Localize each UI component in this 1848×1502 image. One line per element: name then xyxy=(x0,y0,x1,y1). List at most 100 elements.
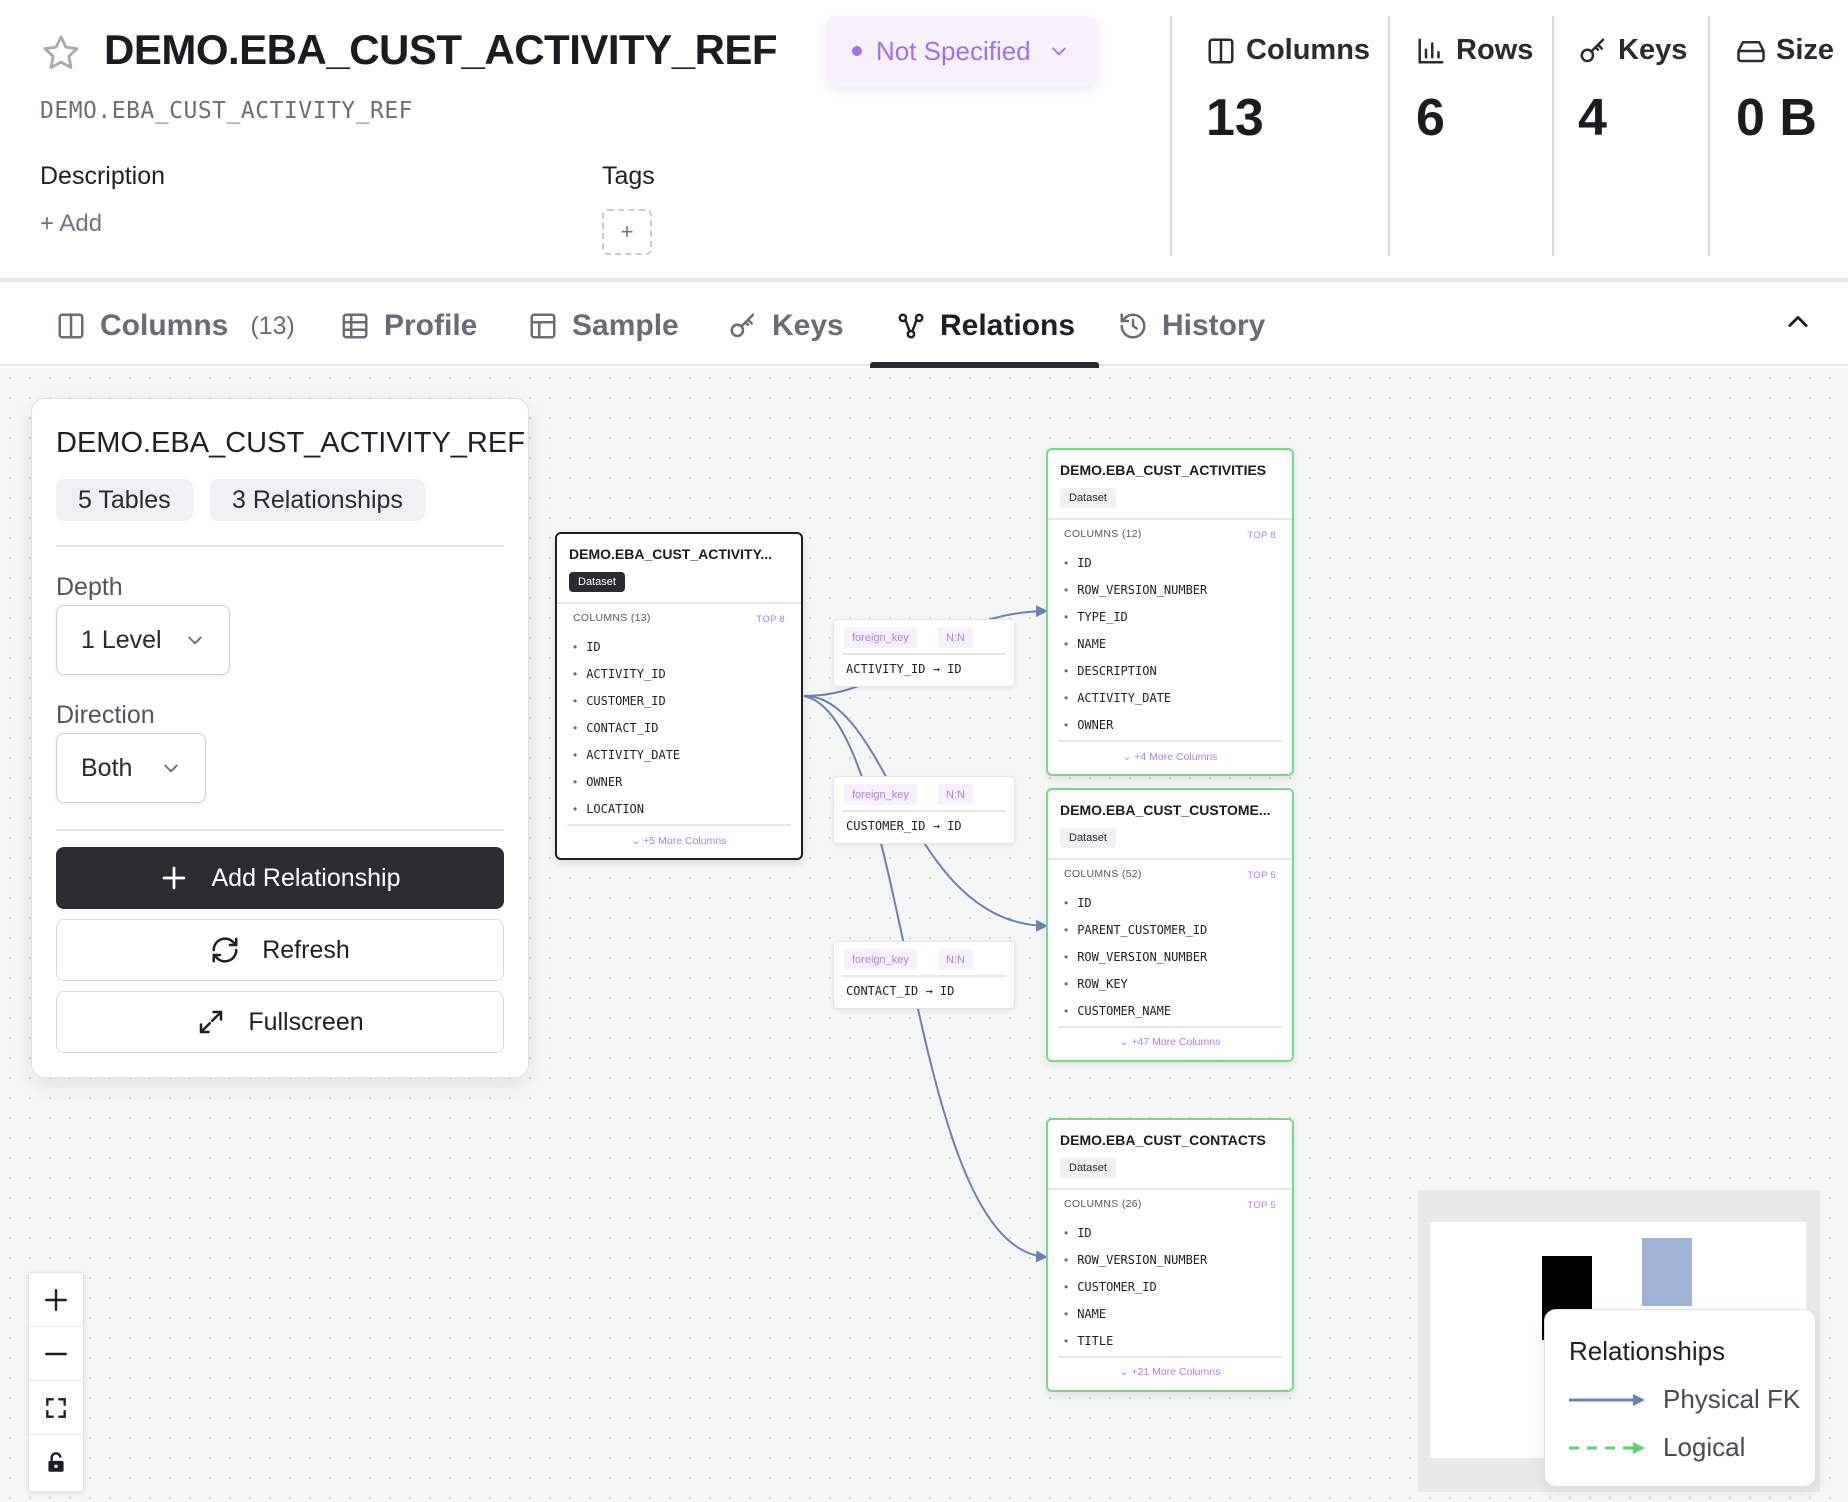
edge-label-contact[interactable]: foreign_key N:N CONTACT_ID → ID xyxy=(833,941,1015,1009)
add-tag-button[interactable]: + xyxy=(602,209,652,255)
solid-arrow-icon xyxy=(1569,1393,1645,1406)
add-relationship-button[interactable]: Add Relationship xyxy=(56,847,504,909)
column-item: ID xyxy=(573,634,680,661)
columns-icon xyxy=(1208,38,1234,63)
node-title: DEMO.EBA_CUST_CUSTOME... xyxy=(1060,802,1271,818)
tab-label: Relations xyxy=(940,309,1076,342)
divider xyxy=(1048,518,1292,520)
more-columns-toggle[interactable]: ⌄ +5 More Columns xyxy=(557,835,801,847)
tab-sample[interactable]: Sample xyxy=(528,286,679,366)
column-item: TITLE xyxy=(1064,1328,1207,1355)
node-title: DEMO.EBA_CUST_CONTACTS xyxy=(1060,1132,1266,1148)
fully-qualified-name: DEMO.EBA_CUST_ACTIVITY_REF xyxy=(40,98,414,124)
legend-label: Logical xyxy=(1663,1432,1746,1462)
top-indicator: TOP 8 xyxy=(756,614,785,625)
plus-icon xyxy=(44,1288,67,1311)
depth-value: 1 Level xyxy=(81,625,162,654)
relationships-legend: Relationships Physical FK Logical xyxy=(1544,1309,1816,1487)
divider xyxy=(842,653,1006,655)
column-item: ACTIVITY_DATE xyxy=(1064,685,1207,712)
column-item: OWNER xyxy=(1064,712,1207,739)
relations-canvas[interactable]: DEMO.EBA_CUST_ACTIVITY_REF 5 Tables 3 Re… xyxy=(0,368,1848,1502)
tab-label: History xyxy=(1162,309,1266,342)
tables-count-chip: 5 Tables xyxy=(56,479,193,521)
add-description-button[interactable]: + Add xyxy=(40,210,102,238)
column-item: OWNER xyxy=(573,769,680,796)
table-icon xyxy=(342,313,368,339)
column-count: COLUMNS (52) xyxy=(1064,868,1142,880)
key-icon xyxy=(1580,38,1605,62)
tab-profile[interactable]: Profile xyxy=(340,286,477,366)
legend-physical-fk: Physical FK xyxy=(1569,1384,1800,1415)
top-indicator: TOP 5 xyxy=(1247,1200,1276,1211)
column-item: ROW_VERSION_NUMBER xyxy=(1064,577,1207,604)
column-item: ID xyxy=(1064,1220,1207,1247)
fullscreen-label: Fullscreen xyxy=(248,1007,364,1036)
stat-label: Size xyxy=(1776,34,1835,66)
zoom-controls xyxy=(28,1272,84,1492)
fullscreen-button[interactable]: Fullscreen xyxy=(56,991,504,1053)
dataset-node-customers[interactable]: DEMO.EBA_CUST_CUSTOME... Dataset COLUMNS… xyxy=(1046,788,1294,1062)
column-item: NAME xyxy=(1064,1301,1207,1328)
stat-value: 4 xyxy=(1578,89,1607,147)
more-columns-toggle[interactable]: ⌄ +4 More Columns xyxy=(1048,751,1292,763)
stat-label: Rows xyxy=(1456,34,1534,66)
divider xyxy=(56,545,504,547)
column-item: ID xyxy=(1064,890,1207,917)
column-item: ID xyxy=(1064,550,1207,577)
dataset-node-contacts[interactable]: DEMO.EBA_CUST_CONTACTS Dataset COLUMNS (… xyxy=(1046,1118,1294,1392)
chevron-up-icon[interactable] xyxy=(1784,308,1812,336)
zoom-in-button[interactable] xyxy=(29,1273,82,1327)
minus-icon xyxy=(44,1352,67,1355)
relationship-type-badge: foreign_key xyxy=(844,627,917,648)
stat-keys: Keys 4 xyxy=(1552,16,1708,256)
divider xyxy=(1058,1356,1282,1358)
legend-title: Relationships xyxy=(1569,1336,1726,1366)
divider xyxy=(567,824,791,826)
column-item: ROW_KEY xyxy=(1064,971,1207,998)
lock-button[interactable] xyxy=(29,1435,82,1489)
column-mapping: CUSTOMER_ID → ID xyxy=(846,819,962,833)
edge-label-customer[interactable]: foreign_key N:N CUSTOMER_ID → ID xyxy=(833,776,1015,844)
graph-controls-panel: DEMO.EBA_CUST_ACTIVITY_REF 5 Tables 3 Re… xyxy=(31,398,529,1078)
refresh-button[interactable]: Refresh xyxy=(56,919,504,981)
panel-title: DEMO.EBA_CUST_ACTIVITY_REF xyxy=(56,427,525,459)
fit-view-button[interactable] xyxy=(29,1381,82,1435)
tab-count: (13) xyxy=(250,311,295,340)
dataset-node-activities[interactable]: DEMO.EBA_CUST_ACTIVITIES Dataset COLUMNS… xyxy=(1046,448,1294,776)
more-columns-toggle[interactable]: ⌄ +21 More Columns xyxy=(1048,1366,1292,1378)
stat-value: 6 xyxy=(1416,89,1445,147)
star-icon[interactable] xyxy=(40,32,82,74)
divider xyxy=(56,829,504,831)
columns-icon xyxy=(58,313,84,339)
depth-select[interactable]: 1 Level xyxy=(56,605,230,675)
column-item: ROW_VERSION_NUMBER xyxy=(1064,1247,1207,1274)
divider xyxy=(1048,858,1292,860)
direction-select[interactable]: Both xyxy=(56,733,206,803)
dashed-arrow-icon xyxy=(1569,1441,1645,1454)
tab-history[interactable]: History xyxy=(1118,286,1265,366)
cardinality-badge: N:N xyxy=(938,949,973,970)
node-title: DEMO.EBA_CUST_ACTIVITIES xyxy=(1060,462,1267,478)
tab-columns[interactable]: Columns (13) xyxy=(56,286,295,366)
column-mapping: ACTIVITY_ID → ID xyxy=(846,662,962,676)
relationship-type-badge: foreign_key xyxy=(844,949,917,970)
status-dropdown[interactable]: Not Specified xyxy=(826,16,1098,86)
stat-rows: Rows 6 xyxy=(1388,16,1552,256)
edge-label-activity[interactable]: foreign_key N:N ACTIVITY_ID → ID xyxy=(833,619,1015,687)
layout-icon xyxy=(530,313,556,339)
dataset-badge: Dataset xyxy=(569,572,625,592)
tags-label: Tags xyxy=(602,162,655,190)
dataset-badge: Dataset xyxy=(1060,828,1116,848)
tab-keys[interactable]: Keys xyxy=(728,286,844,366)
zoom-out-button[interactable] xyxy=(29,1327,82,1381)
column-item: PARENT_CUSTOMER_ID xyxy=(1064,917,1207,944)
divider xyxy=(842,810,1006,812)
dataset-node-center[interactable]: DEMO.EBA_CUST_ACTIVITY... Dataset COLUMN… xyxy=(555,532,803,860)
tab-relations[interactable]: Relations xyxy=(870,286,1100,368)
column-count: COLUMNS (26) xyxy=(1064,1198,1142,1210)
stat-value: 13 xyxy=(1206,89,1264,147)
top-indicator: TOP 8 xyxy=(1247,530,1276,541)
more-columns-toggle[interactable]: ⌄ +47 More Columns xyxy=(1048,1036,1292,1048)
refresh-label: Refresh xyxy=(262,935,350,964)
